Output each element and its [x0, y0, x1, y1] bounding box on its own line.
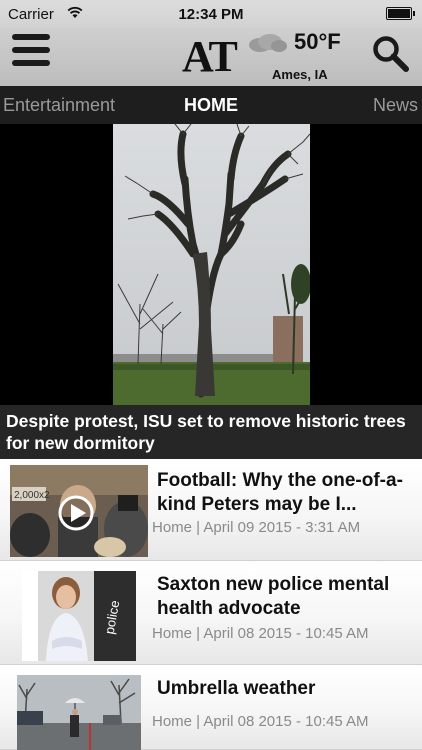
article-row[interactable]: Umbrella weather Home | April 08 2015 - … [0, 667, 422, 750]
article-row[interactable]: 2,000x2 Football: Why the one-of-a-kind … [0, 459, 422, 561]
app-logo: AT [182, 32, 238, 81]
battery-icon [386, 7, 415, 20]
tab-home[interactable]: HOME [184, 95, 238, 115]
svg-text:2,000x2: 2,000x2 [14, 490, 50, 501]
article-title: Football: Why the one-of-a-kind Peters m… [157, 470, 403, 515]
article-row[interactable]: police Saxton new police mental health a… [0, 563, 422, 665]
article-thumbnail: police [22, 571, 136, 661]
clock: 12:34 PM [178, 6, 244, 23]
temperature: 50°F [294, 29, 341, 54]
tab-news[interactable]: News [373, 95, 418, 116]
article-meta: Home | April 08 2015 - 10:45 AM [152, 625, 369, 642]
article-thumbnail: 2,000x2 [10, 465, 148, 557]
article-meta: Home | April 09 2015 - 3:31 AM [152, 519, 361, 536]
article-list: 2,000x2 Football: Why the one-of-a-kind … [0, 459, 422, 750]
hero-headline: Despite protest, ISU set to remove histo… [0, 405, 422, 459]
tab-entertainment[interactable]: Entertainment [3, 95, 115, 116]
section-tabs: Entertainment HOME News [0, 86, 422, 124]
hero-image [113, 124, 310, 405]
status-bar: Carrier 12:34 PM [0, 0, 422, 28]
search-icon[interactable] [370, 34, 410, 74]
cloudy-icon [249, 34, 287, 52]
location-label: Ames, IA [272, 67, 328, 82]
app-header: AT 50°F Ames, IA [0, 28, 422, 86]
article-title: Umbrella weather [157, 678, 316, 699]
play-icon [58, 495, 94, 531]
article-meta: Home | April 08 2015 - 10:45 AM [152, 713, 369, 730]
hamburger-menu-icon[interactable] [12, 34, 52, 74]
hero-story[interactable]: Despite protest, ISU set to remove histo… [0, 124, 422, 459]
article-thumbnail [17, 675, 141, 750]
article-title: Saxton new police mental health advocate [157, 574, 390, 619]
